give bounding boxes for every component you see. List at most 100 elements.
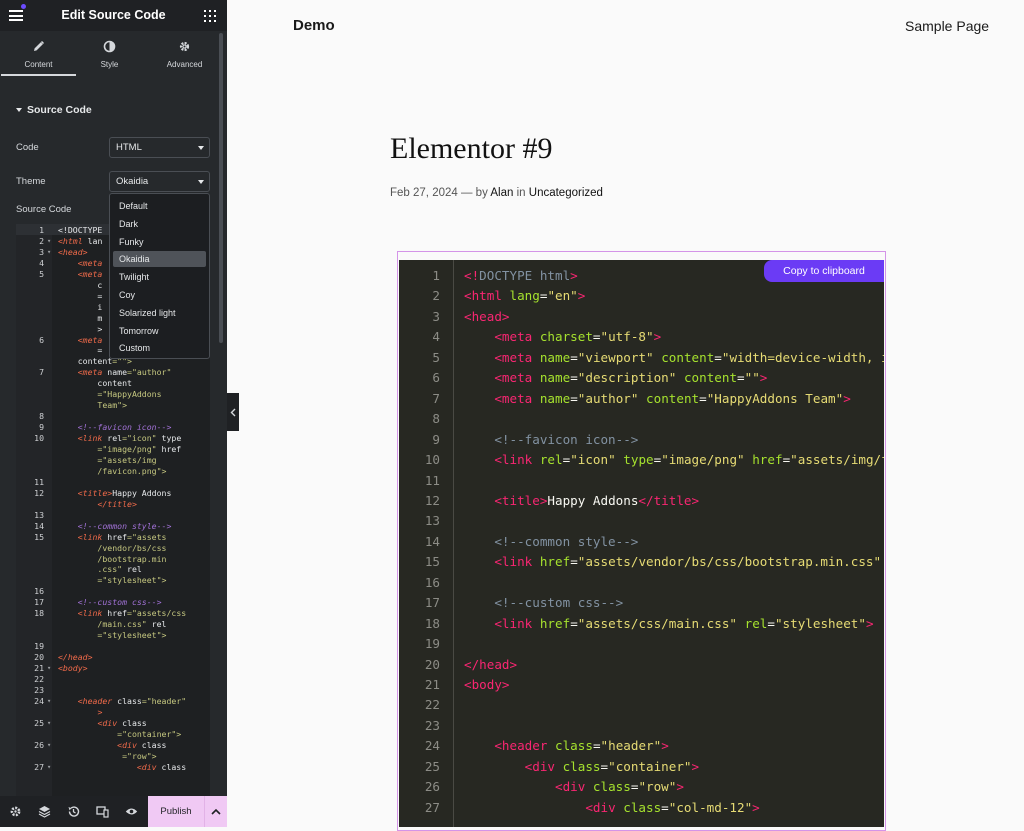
- editor-line-number: 27: [34, 761, 44, 772]
- collapse-panel-button[interactable]: [227, 393, 239, 431]
- code-line-number: 19: [424, 636, 440, 652]
- code-line-number: 23: [424, 717, 440, 733]
- code-line-number: 12: [424, 492, 440, 508]
- publish-button[interactable]: Publish: [148, 796, 204, 827]
- post-author-link[interactable]: Alan: [490, 187, 513, 199]
- code-line-number: 3: [432, 308, 440, 324]
- code-line: <div class="row">: [555, 779, 684, 795]
- editor-code-line: <!--common style-->: [58, 520, 172, 531]
- theme-option[interactable]: Solarized light: [113, 305, 206, 321]
- preview-eye-icon[interactable]: [125, 805, 138, 818]
- post-title: Elementor #9: [390, 132, 553, 165]
- editor-code-line: <meta: [77, 334, 103, 345]
- post-meta-in: in: [513, 187, 529, 199]
- editor-code-line: ="container">: [58, 728, 182, 739]
- fold-toggle-icon[interactable]: ▾: [47, 248, 51, 256]
- code-label: Code: [16, 142, 39, 153]
- theme-option[interactable]: Coy: [113, 287, 206, 303]
- theme-option[interactable]: Okaidia: [113, 251, 206, 268]
- editor-line-number: 3: [39, 246, 44, 257]
- editor-line-number: 12: [34, 487, 44, 498]
- copy-to-clipboard-button[interactable]: Copy to clipboard: [764, 260, 884, 282]
- editor-code-line: =: [58, 345, 103, 356]
- nav-link-sample-page[interactable]: Sample Page: [905, 18, 989, 34]
- editor-code-line: m: [58, 312, 103, 323]
- editor-line-number: 15: [34, 531, 44, 542]
- editor-code-line: >: [97, 706, 103, 717]
- editor-code-line: ="image/png" href: [58, 444, 182, 454]
- chevron-left-icon: [230, 408, 236, 417]
- fold-toggle-icon[interactable]: ▾: [47, 719, 51, 727]
- settings-gear-icon[interactable]: [9, 805, 22, 818]
- code-line-number: 4: [432, 329, 440, 345]
- theme-option[interactable]: Tomorrow: [113, 323, 206, 339]
- theme-option[interactable]: Dark: [113, 216, 206, 232]
- editor-line-number: 20: [34, 652, 44, 663]
- code-line: <head>: [464, 308, 510, 324]
- editor-code-line: <html lan: [58, 235, 103, 246]
- panel-tabs: Content Style Advanced: [0, 31, 227, 76]
- caret-down-icon: [16, 108, 22, 112]
- publish-options-button[interactable]: [204, 796, 227, 827]
- editor-code-line: <body>: [58, 663, 88, 673]
- editor-code-line: Team">: [58, 400, 128, 411]
- code-line: <meta charset="utf-8">: [494, 329, 662, 345]
- tab-style-label: Style: [100, 60, 119, 69]
- editor-line-number: 23: [34, 684, 44, 695]
- editor-code-line: /bootstrap.min: [58, 553, 167, 564]
- theme-option[interactable]: Twilight: [113, 269, 206, 285]
- fold-toggle-icon[interactable]: ▾: [47, 741, 51, 749]
- editor-code-line: ="HappyAddons: [58, 389, 162, 400]
- caret-down-icon: [198, 180, 204, 184]
- panel-scrollbar[interactable]: [219, 33, 223, 343]
- theme-option[interactable]: Default: [113, 198, 206, 214]
- editor-code-line: >: [58, 323, 103, 334]
- section-toggle-source-code[interactable]: Source Code: [16, 104, 92, 116]
- editor-code-line: <link href="assets: [77, 531, 167, 542]
- theme-option[interactable]: Funky: [113, 234, 206, 250]
- fold-toggle-icon[interactable]: ▾: [47, 697, 51, 705]
- post-category-link[interactable]: Uncategorized: [529, 187, 603, 199]
- editor-code-line: <header class="header": [77, 695, 187, 706]
- section-title: Source Code: [27, 104, 92, 116]
- editor-line-number: 6: [39, 334, 44, 345]
- tab-advanced[interactable]: Advanced: [147, 31, 222, 76]
- code-line: <header class="header">: [494, 738, 669, 754]
- code-line: <!--common style-->: [464, 533, 639, 549]
- code-line: <link href="assets/vendor/bs/css/bootstr…: [494, 554, 882, 570]
- code-language-select[interactable]: HTML: [109, 137, 210, 158]
- editor-code-line: ="assets/img: [58, 454, 157, 465]
- layers-icon[interactable]: [38, 805, 51, 818]
- editor-line-number: 10: [34, 433, 44, 444]
- fold-toggle-icon[interactable]: ▾: [47, 763, 51, 771]
- history-icon[interactable]: [67, 805, 80, 818]
- code-line-number: 11: [424, 472, 440, 488]
- responsive-mode-icon[interactable]: [96, 805, 109, 818]
- code-line: <meta name="viewport" content="width=dev…: [494, 349, 884, 365]
- site-title-link[interactable]: Demo: [293, 17, 335, 34]
- fold-toggle-icon[interactable]: ▾: [47, 237, 51, 245]
- tab-style[interactable]: Style: [72, 31, 147, 76]
- widgets-grid-icon[interactable]: [204, 10, 216, 22]
- editor-line-number: 26: [34, 739, 44, 750]
- code-line-number: 15: [424, 554, 440, 570]
- chevron-up-icon: [211, 808, 221, 815]
- fold-toggle-icon[interactable]: ▾: [47, 664, 51, 672]
- code-line-number: 1: [432, 268, 440, 283]
- theme-select[interactable]: Okaidia: [109, 171, 210, 192]
- code-line-number: 22: [424, 697, 440, 713]
- code-line-number: 8: [432, 411, 440, 427]
- tab-content[interactable]: Content: [1, 31, 76, 76]
- source-code-label: Source Code: [16, 204, 72, 215]
- editor-line-number: 21: [34, 663, 44, 673]
- post-date[interactable]: Feb 27, 2024: [390, 187, 458, 199]
- editor-code-line: =: [58, 290, 103, 301]
- code-preview-block: 1 <!DOCTYPE html> 2 <html lang="en"> 3 <head>…: [399, 260, 884, 827]
- editor-code-line: ="stylesheet">: [58, 630, 167, 641]
- editor-code-line: /main.css" rel: [58, 619, 167, 630]
- editor-line-number: 18: [34, 608, 44, 619]
- contrast-icon: [103, 40, 116, 53]
- theme-option[interactable]: Custom: [113, 340, 206, 356]
- editor-code-line: <meta name="author": [77, 367, 172, 378]
- code-line: <title>Happy Addons</title>: [494, 492, 700, 508]
